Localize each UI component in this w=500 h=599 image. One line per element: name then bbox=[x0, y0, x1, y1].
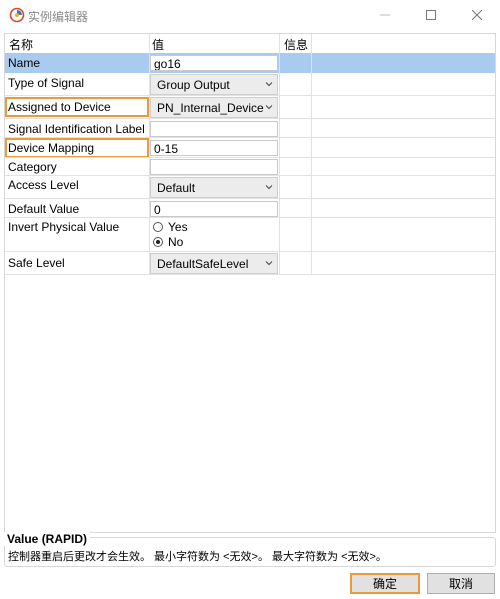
maximize-icon bbox=[426, 10, 436, 20]
radio-label: No bbox=[168, 235, 184, 249]
radio-no[interactable]: No bbox=[153, 235, 183, 249]
column-divider bbox=[311, 34, 312, 53]
row-type-of-signal[interactable]: Type of Signal Group Output bbox=[5, 73, 495, 96]
row-assigned-to-device[interactable]: Assigned to Device PN_Internal_Device bbox=[5, 96, 495, 119]
row-label: Category bbox=[8, 160, 57, 174]
signal-identification-label-input[interactable] bbox=[150, 121, 278, 137]
column-header-value[interactable]: 值 bbox=[149, 34, 279, 53]
row-signal-identification-label[interactable]: Signal Identification Label bbox=[5, 119, 495, 138]
row-label: Access Level bbox=[8, 178, 79, 192]
title-bar: 实例编辑器 bbox=[0, 0, 500, 30]
ok-button[interactable]: 确定 bbox=[350, 573, 420, 594]
radio-circle-selected bbox=[153, 237, 163, 247]
dropdown-value: Group Output bbox=[157, 78, 230, 92]
radio-circle bbox=[153, 222, 163, 232]
safe-level-dropdown[interactable]: DefaultSafeLevel bbox=[150, 253, 278, 274]
access-level-dropdown[interactable]: Default bbox=[150, 177, 278, 198]
column-divider bbox=[149, 53, 150, 275]
row-label: Name bbox=[8, 56, 41, 70]
device-mapping-input[interactable]: 0-15 bbox=[150, 140, 278, 156]
row-label: Type of Signal bbox=[8, 76, 85, 90]
type-of-signal-dropdown[interactable]: Group Output bbox=[150, 74, 278, 95]
cancel-button[interactable]: 取消 bbox=[427, 573, 495, 594]
chevron-down-icon bbox=[265, 105, 273, 110]
row-label: Safe Level bbox=[8, 256, 65, 270]
instance-editor-icon bbox=[9, 7, 25, 23]
maximize-button[interactable] bbox=[408, 0, 454, 30]
row-label: Device Mapping bbox=[8, 141, 95, 155]
row-safe-level[interactable]: Safe Level DefaultSafeLevel bbox=[5, 252, 495, 275]
dropdown-value: Default bbox=[157, 181, 196, 195]
row-access-level[interactable]: Access Level Default bbox=[5, 176, 495, 199]
close-icon bbox=[472, 10, 482, 20]
radio-yes[interactable]: Yes bbox=[153, 220, 188, 234]
row-label: Default Value bbox=[8, 202, 80, 216]
row-label: Invert Physical Value bbox=[8, 220, 120, 234]
name-input[interactable]: go16 bbox=[150, 55, 278, 71]
dropdown-value: PN_Internal_Device bbox=[157, 101, 264, 115]
row-label: Assigned to Device bbox=[8, 100, 111, 114]
chevron-down-icon bbox=[265, 261, 273, 266]
row-label: Signal Identification Label bbox=[8, 122, 145, 136]
row-category[interactable]: Category bbox=[5, 158, 495, 176]
chevron-down-icon bbox=[265, 185, 273, 190]
property-grid: 名称 值 信息 Name go16 Type of Signal Group O… bbox=[4, 33, 496, 533]
minimize-button[interactable] bbox=[362, 0, 408, 30]
chevron-down-icon bbox=[265, 82, 273, 87]
close-button[interactable] bbox=[454, 0, 500, 30]
column-header-name[interactable]: 名称 bbox=[5, 34, 149, 53]
assigned-to-device-dropdown[interactable]: PN_Internal_Device bbox=[150, 97, 278, 118]
radio-label: Yes bbox=[168, 220, 188, 234]
column-header-info[interactable]: 信息 bbox=[279, 34, 311, 53]
row-invert-physical-value[interactable]: Invert Physical Value Yes No bbox=[5, 218, 495, 252]
column-divider bbox=[149, 34, 150, 53]
default-value-input[interactable]: 0 bbox=[150, 201, 278, 217]
category-input[interactable] bbox=[150, 159, 278, 175]
description-text: 控制器重启后更改才会生效。 最小字符数为 <无效>。 最大字符数为 <无效>。 bbox=[8, 551, 387, 563]
row-device-mapping[interactable]: Device Mapping 0-15 bbox=[5, 138, 495, 158]
minimize-icon bbox=[380, 14, 390, 16]
dropdown-value: DefaultSafeLevel bbox=[157, 257, 249, 271]
column-divider bbox=[279, 53, 280, 275]
window-title: 实例编辑器 bbox=[28, 10, 89, 24]
column-divider bbox=[279, 34, 280, 53]
row-default-value[interactable]: Default Value 0 bbox=[5, 199, 495, 218]
column-divider bbox=[311, 53, 312, 275]
description-title: Value (RAPID) bbox=[4, 532, 91, 546]
row-name[interactable]: Name go16 bbox=[5, 53, 495, 73]
